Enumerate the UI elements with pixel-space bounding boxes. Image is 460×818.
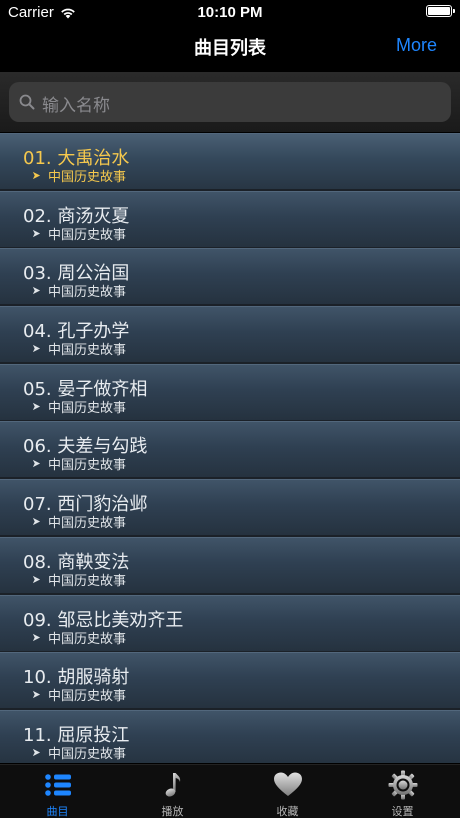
- track-category: 中国历史故事: [32, 512, 126, 531]
- arrow-icon: [32, 229, 41, 237]
- track-row[interactable]: 01. 大禹治水 中国历史故事: [0, 133, 460, 189]
- status-bar: Carrier 10:10 PM: [0, 0, 460, 24]
- track-category-label: 中国历史故事: [48, 170, 127, 185]
- track-row[interactable]: 02. 商汤灭夏 中国历史故事: [0, 190, 460, 247]
- search-input[interactable]: 输入名称: [9, 82, 451, 122]
- track-category-label: 中国历史故事: [48, 458, 127, 474]
- arrow-icon: [32, 402, 41, 410]
- list-icon: [43, 770, 73, 800]
- track-category-label: 中国历史故事: [48, 516, 127, 532]
- arrow-icon: [32, 633, 41, 641]
- track-category-label: 中国历史故事: [48, 227, 127, 243]
- search-placeholder: 输入名称: [42, 96, 110, 116]
- track-row[interactable]: 09. 邹忌比美劝齐王 中国历史故事: [0, 594, 460, 651]
- tab-settings[interactable]: 设置: [345, 765, 460, 818]
- arrow-icon: [32, 518, 41, 526]
- track-category: 中国历史故事: [32, 339, 126, 358]
- track-category: 中国历史故事: [32, 570, 126, 589]
- track-row[interactable]: 10. 胡服骑射 中国历史故事: [0, 652, 460, 709]
- arrow-icon: [32, 575, 41, 583]
- tab-label: 设置: [391, 805, 414, 818]
- gear-icon: [388, 770, 418, 800]
- music-note-icon: [158, 770, 188, 800]
- track-category: 中国历史故事: [32, 281, 126, 300]
- tab-tracks[interactable]: 曲目: [0, 765, 115, 818]
- track-category-label: 中国历史故事: [48, 343, 127, 359]
- track-list[interactable]: 01. 大禹治水 中国历史故事 02. 商汤灭夏 中国历史故事 03. 周公治国 中国历史…: [0, 133, 460, 763]
- track-category: 中国历史故事: [32, 685, 126, 704]
- track-row[interactable]: 07. 西门豹治邺 中国历史故事: [0, 479, 460, 536]
- tab-favorites[interactable]: 收藏: [230, 765, 345, 818]
- search-icon: [19, 94, 35, 110]
- arrow-icon: [32, 748, 41, 756]
- arrow-icon: [32, 171, 41, 180]
- tab-bar: 曲目 播放 收藏 设置: [0, 764, 460, 818]
- track-category: 中国历史故事: [32, 743, 126, 762]
- tab-label: 曲目: [46, 805, 69, 818]
- arrow-icon: [32, 460, 41, 468]
- track-row[interactable]: 08. 商鞅变法 中国历史故事: [0, 536, 460, 593]
- track-row[interactable]: 03. 周公治国 中国历史故事: [0, 248, 460, 305]
- track-category: 中国历史故事: [32, 166, 126, 185]
- tab-label: 收藏: [276, 805, 299, 818]
- track-category-label: 中国历史故事: [48, 400, 127, 416]
- track-category-label: 中国历史故事: [48, 631, 127, 647]
- tab-label: 播放: [161, 805, 184, 818]
- navigation-bar: 曲目列表 More: [0, 24, 460, 70]
- more-button[interactable]: More: [396, 35, 437, 56]
- track-category: 中国历史故事: [32, 224, 126, 243]
- battery-icon: [426, 5, 455, 17]
- arrow-icon: [32, 287, 41, 295]
- track-category: 中国历史故事: [32, 454, 126, 473]
- track-category-label: 中国历史故事: [48, 573, 127, 589]
- track-row[interactable]: 05. 晏子做齐相 中国历史故事: [0, 363, 460, 420]
- heart-icon: [273, 770, 303, 800]
- arrow-icon: [32, 344, 41, 353]
- track-category-label: 中国历史故事: [48, 689, 127, 705]
- status-time: 10:10 PM: [197, 4, 263, 21]
- tab-play[interactable]: 播放: [115, 765, 230, 818]
- arrow-icon: [32, 691, 41, 699]
- app-screen: Carrier 10:10 PM 曲目列表 More 输入名称 01. 大禹治水…: [0, 0, 460, 818]
- track-row[interactable]: 04. 孔子办学 中国历史故事: [0, 306, 460, 363]
- track-category: 中国历史故事: [32, 628, 126, 647]
- search-bar: 输入名称: [0, 72, 460, 132]
- track-row[interactable]: 11. 屈原投江 中国历史故事: [0, 709, 460, 763]
- page-title: 曲目列表: [194, 38, 266, 59]
- track-row[interactable]: 06. 夫差与勾践 中国历史故事: [0, 421, 460, 478]
- track-category-label: 中国历史故事: [48, 746, 127, 762]
- track-category-label: 中国历史故事: [48, 285, 127, 301]
- track-category: 中国历史故事: [32, 397, 126, 416]
